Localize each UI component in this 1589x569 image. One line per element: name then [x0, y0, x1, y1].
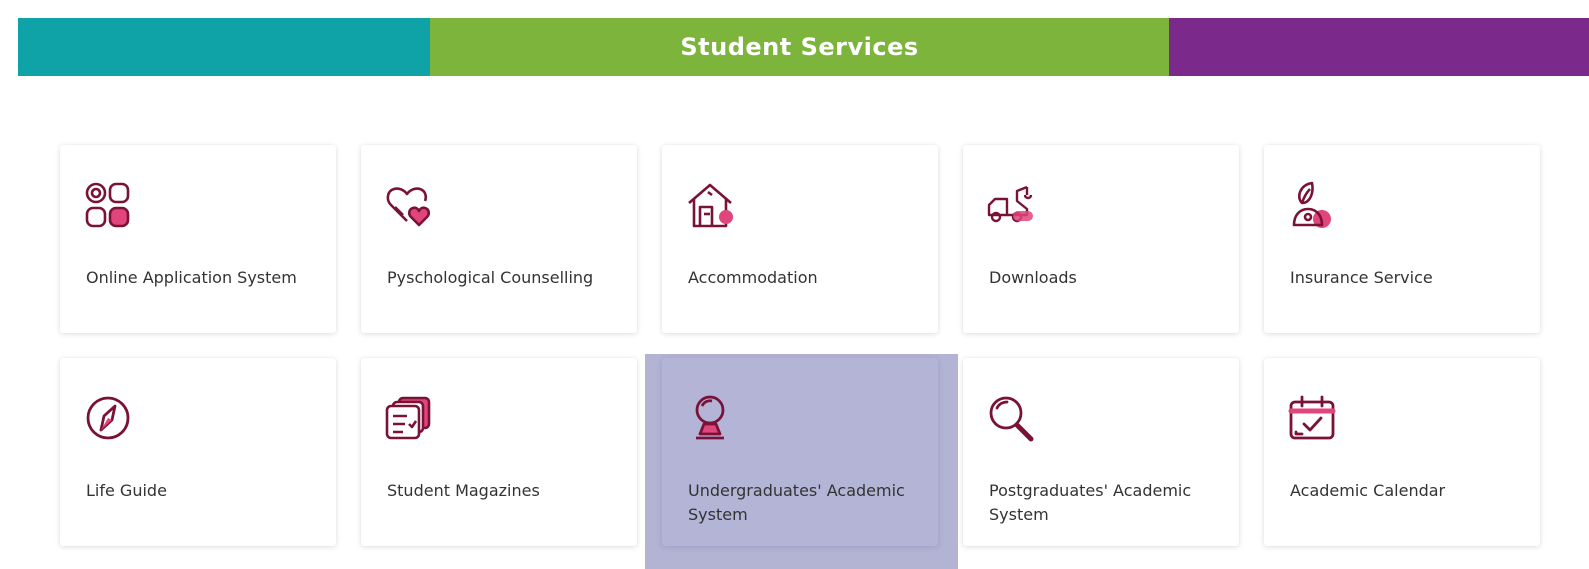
service-label: Insurance Service: [1290, 268, 1433, 287]
calendar-icon: [1288, 394, 1336, 442]
service-label: Life Guide: [86, 481, 167, 500]
service-card-life-guide[interactable]: Life Guide: [60, 358, 336, 546]
globe-icon: [686, 394, 734, 442]
house-icon: [686, 181, 734, 229]
service-card-postgraduates[interactable]: Postgraduates' Academic System: [963, 358, 1239, 546]
magazines-icon: [385, 394, 433, 442]
service-label: Postgraduates' Academic System: [989, 481, 1192, 524]
service-card-accommodation[interactable]: Accommodation: [662, 145, 938, 333]
service-label: Student Magazines: [387, 481, 540, 500]
service-card-magazines[interactable]: Student Magazines: [361, 358, 637, 546]
apps-grid-icon: [84, 181, 132, 229]
service-label: Online Application System: [86, 268, 297, 287]
service-label: Undergraduates' Academic System: [688, 481, 905, 524]
service-card-undergraduates[interactable]: Undergraduates' Academic System: [662, 358, 938, 546]
service-label: Downloads: [989, 268, 1077, 287]
compass-icon: [84, 394, 132, 442]
person-leaf-icon: [1288, 181, 1336, 229]
service-card-counselling[interactable]: Pyschological Counselling: [361, 145, 637, 333]
service-label: Pyschological Counselling: [387, 268, 594, 287]
service-label: Academic Calendar: [1290, 481, 1446, 500]
services-grid: Online Application System Pyschological …: [0, 0, 1589, 569]
service-card-calendar[interactable]: Academic Calendar: [1264, 358, 1540, 546]
hearts-icon: [385, 181, 433, 229]
service-card-insurance[interactable]: Insurance Service: [1264, 145, 1540, 333]
service-label: Accommodation: [688, 268, 818, 287]
service-card-online-application[interactable]: Online Application System: [60, 145, 336, 333]
tow-truck-icon: [987, 181, 1035, 229]
magnifier-icon: [987, 394, 1035, 442]
service-card-downloads[interactable]: Downloads: [963, 145, 1239, 333]
